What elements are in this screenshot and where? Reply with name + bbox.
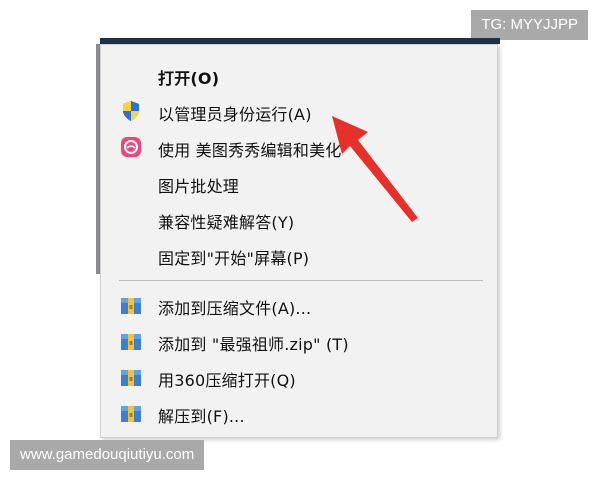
menu-item-label: 用360压缩打开(Q) xyxy=(158,371,296,390)
uac-shield-icon xyxy=(119,100,143,122)
menu-item-label: 添加到 "最强祖师.zip" (T) xyxy=(158,335,349,354)
menu-item-label: 图片批处理 xyxy=(158,177,240,196)
menu-item-extract-to[interactable]: 解压到(F)... xyxy=(101,395,497,431)
annotation-arrow-icon xyxy=(332,116,418,222)
menu-item-label: 固定到"开始"屏幕(P) xyxy=(158,249,310,268)
menu-item-add-to-archive[interactable]: 添加到压缩文件(A)... xyxy=(101,287,497,323)
menu-item-label: 使用 美图秀秀编辑和美化 xyxy=(158,141,342,160)
menu-item-compat-troubleshoot[interactable]: 兼容性疑难解答(Y) xyxy=(101,201,497,237)
menu-item-open[interactable]: 打开(O) xyxy=(101,57,497,93)
context-menu: 打开(O) 以管理员身份运行(A) 使用 美图秀秀编辑和美化 图片批处理 兼容性… xyxy=(100,44,498,438)
watermark-top-right: TG: MYYJJPP xyxy=(471,10,588,40)
menu-item-batch-images[interactable]: 图片批处理 xyxy=(101,165,497,201)
menu-item-open-with-360[interactable]: 用360压缩打开(Q) xyxy=(101,359,497,395)
menu-separator xyxy=(119,280,483,281)
menu-item-label: 添加到压缩文件(A)... xyxy=(158,299,312,318)
archive-icon xyxy=(119,294,143,316)
meitu-xiuxiu-icon xyxy=(119,136,143,158)
menu-item-run-as-admin[interactable]: 以管理员身份运行(A) xyxy=(101,93,497,129)
menu-item-pin-to-start[interactable]: 固定到"开始"屏幕(P) xyxy=(101,237,497,273)
menu-item-add-to-zip[interactable]: 添加到 "最强祖师.zip" (T) xyxy=(101,323,497,359)
archive-icon xyxy=(119,330,143,352)
archive-icon xyxy=(119,402,143,424)
archive-icon xyxy=(119,366,143,388)
menu-item-label: 兼容性疑难解答(Y) xyxy=(158,213,295,232)
menu-item-meitu-edit[interactable]: 使用 美图秀秀编辑和美化 xyxy=(101,129,497,165)
menu-item-label: 打开(O) xyxy=(158,69,220,88)
menu-item-label: 解压到(F)... xyxy=(158,407,245,426)
menu-item-label: 以管理员身份运行(A) xyxy=(158,105,312,124)
watermark-bottom-left: www.gamedouqiutiyu.com xyxy=(10,440,205,470)
screenshot-canvas: TG: MYYJJPP 打开(O) 以管理员身份运行(A) 使用 美图秀秀编辑和… xyxy=(0,0,600,480)
